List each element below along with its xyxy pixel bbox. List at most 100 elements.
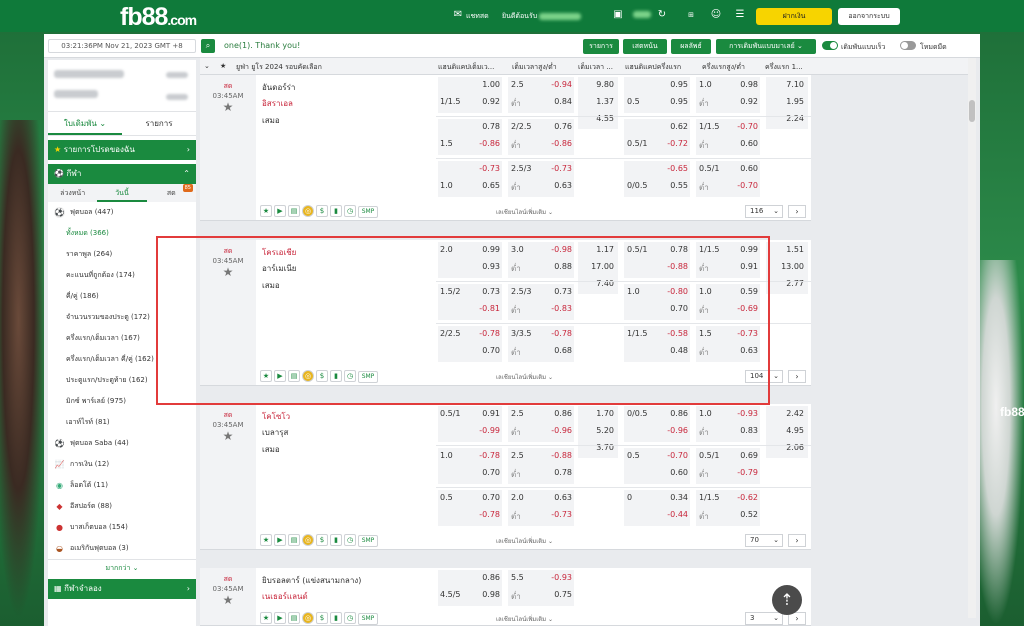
coin-icon[interactable]: ◎ [302,612,314,624]
bet-count-dropdown[interactable]: 116 ⌄ [745,205,783,218]
1h-over-odds[interactable]: 0.59 [724,287,758,296]
dark-mode-toggle[interactable] [900,41,916,50]
ft-hdp-away-odds[interactable]: -0.81 [468,304,500,313]
next-arrow-button[interactable]: › [788,205,806,218]
1h-hdp-home-odds[interactable]: -0.70 [654,451,688,460]
league-name[interactable]: ยูฟ่า ยูโร 2024 รอบคัดเลือก [236,62,322,73]
ft-over-odds[interactable]: -0.73 [538,164,572,173]
scrollbar-thumb[interactable] [969,100,975,122]
1h-hdp-home-odds[interactable]: -0.80 [654,287,688,296]
stats-icon[interactable]: ▤ [288,612,300,624]
1h-hdp-away-odds[interactable]: -0.88 [654,262,688,271]
result-button[interactable]: ผลลัพธ์ [671,39,711,54]
1h-1-odds[interactable]: 7.10 [768,80,804,89]
1h-hdp-home-odds[interactable]: -0.65 [654,164,688,173]
sidebar-item-sport[interactable]: ◉ ล็อตโต้ (11) [48,475,196,496]
live-stream-icon[interactable]: ▶ [274,612,286,624]
promo-icon[interactable]: ⊞ [680,9,702,21]
home-team[interactable]: อันดอร์ร่า [262,81,295,94]
ft-under-odds[interactable]: -0.96 [538,426,572,435]
1h-hdp-home-odds[interactable]: 0.34 [654,493,688,502]
1h-under-odds[interactable]: 0.92 [724,97,758,106]
ft-over-odds[interactable]: -0.98 [538,245,572,254]
sidebar-subitem[interactable]: ทั้งหมด (366) [48,223,196,244]
ft-hdp-home-odds[interactable]: -0.78 [468,451,500,460]
1h-hdp-away-odds[interactable]: -0.72 [654,139,688,148]
1h-under-odds[interactable]: 0.83 [724,426,758,435]
1h-hdp-home-odds[interactable]: -0.58 [654,329,688,338]
1h-hdp-home-odds[interactable]: 0.62 [654,122,688,131]
coin-icon[interactable]: ◎ [302,205,314,217]
smp-button[interactable]: SMP [358,371,378,383]
scrollbar[interactable] [968,58,976,618]
1h-hdp-away-odds[interactable]: 0.55 [654,181,688,190]
ft-under-odds[interactable]: 0.75 [538,590,572,599]
more-bets-link[interactable]: เลเชียนไลน์เพิ่มเติม ⌄ [496,372,553,382]
ft-hdp-home-odds[interactable]: 1.00 [468,80,500,89]
ft-over-odds[interactable]: 0.73 [538,287,572,296]
sidebar-subitem[interactable]: ประตูแรก/ประตูท้าย (162) [48,370,196,391]
sidebar-item-sport[interactable]: ● บาสเก็ตบอล (154) [48,517,196,538]
1h-under-odds[interactable]: -0.70 [724,181,758,190]
sidebar-subitem[interactable]: จำนวนรวมของประตู (172) [48,307,196,328]
sidebar-subitem[interactable]: ครึ่งแรก/เต็มเวลา คี่/คู่ (162) [48,349,196,370]
smp-button[interactable]: SMP [358,613,378,625]
sidebar-subitem[interactable]: เอาท์ไรท์ (81) [48,412,196,433]
1h-under-odds[interactable]: 0.52 [724,510,758,519]
1h-1-odds[interactable]: 1.51 [768,245,804,254]
1h-2-odds[interactable]: 4.95 [768,426,804,435]
chat-link[interactable]: แชทสด [466,11,489,22]
away-team[interactable]: เบลารุส [262,426,288,439]
ft-over-odds[interactable]: -0.93 [538,573,572,582]
ft-under-odds[interactable]: 0.78 [538,468,572,477]
favorite-icon[interactable]: ★ [260,370,272,382]
ft-hdp-away-odds[interactable]: -0.86 [468,139,500,148]
bet-count-dropdown[interactable]: 104 ⌄ [745,370,783,383]
ft-1-odds[interactable]: 1.70 [580,409,614,418]
1h-under-odds[interactable]: 0.91 [724,262,758,271]
smp-button[interactable]: SMP [358,206,378,218]
timeline-icon[interactable]: ◷ [344,612,356,624]
chart-icon[interactable]: ▮ [330,612,342,624]
collapse-icon[interactable]: ⌄ [204,62,210,70]
away-team[interactable]: อาร์เมเนีย [262,262,297,275]
favorite-star-icon[interactable]: ★ [200,100,256,114]
ft-over-odds[interactable]: -0.78 [538,329,572,338]
1h-under-odds[interactable]: -0.79 [724,468,758,477]
home-team[interactable]: โครเอเชีย [262,246,296,259]
1h-over-odds[interactable]: -0.70 [724,122,758,131]
1h-over-odds[interactable]: 0.69 [724,451,758,460]
away-team[interactable]: อิสราเอล [262,97,293,110]
1h-over-odds[interactable]: -0.93 [724,409,758,418]
quick-bet-toggle[interactable] [822,41,838,50]
ft-hdp-home-odds[interactable]: -0.73 [468,164,500,173]
chart-icon[interactable]: ▮ [330,205,342,217]
1h-over-odds[interactable]: 0.60 [724,164,758,173]
ft-hdp-away-odds[interactable]: 0.70 [468,468,500,477]
smp-button[interactable]: SMP [358,535,378,547]
search-icon[interactable]: ⌕ [201,39,215,53]
sidebar-subitem[interactable]: คะแนนที่ถูกต้อง (174) [48,265,196,286]
next-arrow-button[interactable]: › [788,534,806,547]
1h-over-odds[interactable]: 0.98 [724,80,758,89]
stats-icon[interactable]: ▤ [288,370,300,382]
ft-under-odds[interactable]: -0.73 [538,510,572,519]
ft-under-odds[interactable]: 0.63 [538,181,572,190]
home-team[interactable]: ยิบรอลตาร์ (แข่งสนามกลาง) [262,574,361,587]
coin-icon[interactable]: ◎ [302,370,314,382]
1h-hdp-home-odds[interactable]: 0.78 [654,245,688,254]
deposit-button[interactable]: ฝากเงิน [756,8,832,25]
ft-under-odds[interactable]: 0.84 [538,97,572,106]
sidebar-subitem[interactable]: ราคาพูล (264) [48,244,196,265]
ft-hdp-away-odds[interactable]: 0.70 [468,346,500,355]
coin-icon[interactable]: ◎ [302,534,314,546]
sidebar-item-sport[interactable]: ◒ อเมริกันฟุตบอล (3) [48,538,196,559]
chat-icon[interactable]: ✉ [452,9,464,21]
live-stream-icon[interactable]: ▶ [274,534,286,546]
ft-over-odds[interactable]: -0.94 [538,80,572,89]
parlay-button[interactable]: เสตหน้น [623,39,667,54]
logout-button[interactable]: ออกจากระบบ [838,8,900,25]
favorite-icon[interactable]: ★ [260,205,272,217]
bet-count-dropdown[interactable]: 3 ⌄ [745,612,783,625]
stats-icon[interactable]: ▤ [288,534,300,546]
